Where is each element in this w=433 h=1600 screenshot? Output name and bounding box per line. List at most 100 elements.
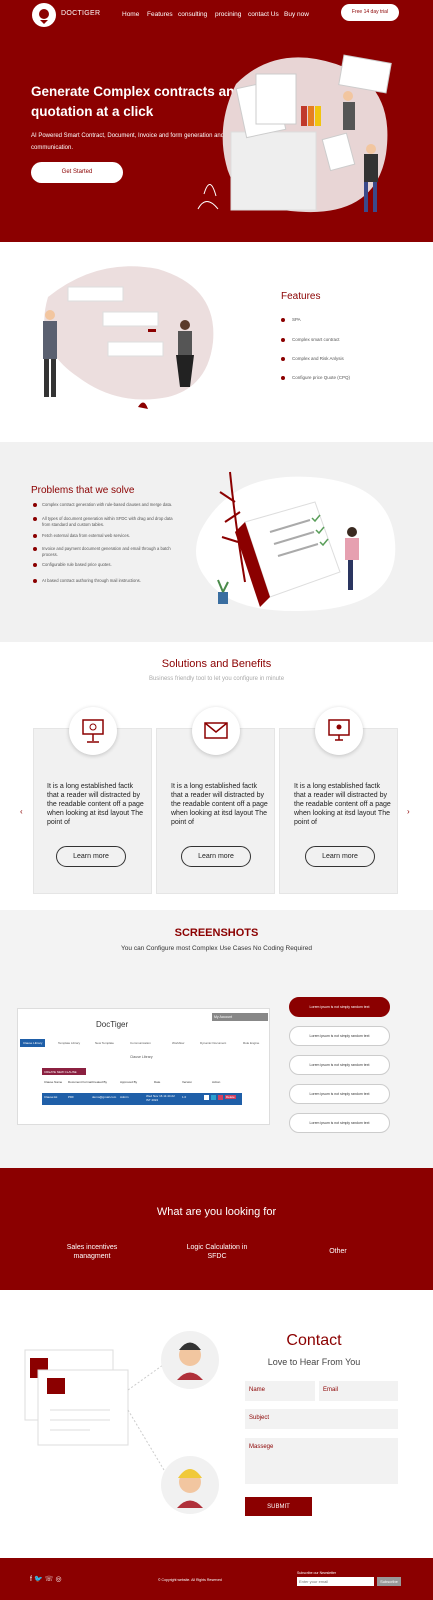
card-text: It is a long established factk that a re… (171, 783, 268, 826)
looking-for-section: What are you looking for Sales incentive… (0, 1168, 433, 1290)
tab-new-template[interactable]: New Template (95, 1041, 114, 1045)
screenshot-pill[interactable]: Lorem ipsum is not simply random text (289, 1026, 390, 1046)
twitter-icon[interactable]: 🐦 (34, 1576, 45, 1583)
screenshot-pill[interactable]: Lorem ipsum is not simply random text (289, 1084, 390, 1104)
section-heading: Clause Library (130, 1055, 153, 1059)
bullet-icon (281, 357, 285, 361)
col-clause-name: Clause Name (44, 1080, 63, 1084)
tab-clause-library[interactable]: Clause Library (20, 1039, 46, 1047)
col-action: Action (212, 1080, 221, 1084)
tab-communication[interactable]: Communication (130, 1041, 151, 1045)
features-section: Features SPA Complex smart contract Comp… (0, 242, 433, 442)
screenshots-section: SCREENSHOTS You can Configure most Compl… (0, 910, 433, 1168)
col-approved-by: Approved By (120, 1080, 138, 1084)
table-header: Clause Name Document Format Created By A… (42, 1080, 242, 1092)
problem-item: AI based contract authoring through mail… (42, 578, 141, 583)
looking-item[interactable]: Logic Calculation in SFDC (182, 1243, 252, 1261)
tab-dynamic-document[interactable]: Dynamic Document (200, 1041, 226, 1045)
features-illustration (43, 266, 214, 409)
screenshot-pill[interactable]: Lorem ipsum is not simply random text (289, 997, 390, 1017)
phone-icon[interactable]: ☏ (45, 1576, 56, 1583)
app-screenshot: DocTiger My Account Clause Library Templ… (17, 1008, 270, 1125)
copy-icon[interactable] (218, 1095, 223, 1100)
footer: f🐦☏◎ © Copyright website. All Rights Res… (0, 1558, 433, 1600)
table-row[interactable]: Clause1st PDF demo@gmail.com Admin Wed N… (42, 1093, 242, 1105)
problem-item: Complex contract generation with rule-ba… (42, 502, 173, 507)
features-title: Features (281, 291, 321, 302)
feature-item: Complex and Risk Anlysis (292, 356, 344, 361)
bullet-icon (33, 547, 37, 551)
copyright: © Copyright website. All Rights Reserved (158, 1578, 222, 1582)
solution-card: It is a long established factk that a re… (156, 707, 275, 894)
screenshot-pill[interactable]: Lorem ipsum is not simply random text (289, 1055, 390, 1075)
tab-rule-engine[interactable]: Rule Engine (243, 1041, 259, 1045)
card-text: It is a long established factk that a re… (294, 783, 391, 826)
problem-item: Configurable rule based price quotes. (42, 562, 112, 567)
feature-item: Configure price Quote (CPQ) (292, 375, 351, 380)
presentation-icon (69, 707, 117, 755)
screenshot-pill[interactable]: Lorem ipsum is not simply random text (289, 1113, 390, 1133)
problem-item: All types of document generation within … (42, 516, 173, 527)
bullet-icon (33, 503, 37, 507)
hero-section: DOCTIGER Home Features consulting procin… (0, 0, 433, 242)
nav-home[interactable]: Home (122, 11, 139, 18)
problem-item: Fetch external data from external web se… (42, 533, 130, 538)
solution-card: It is a long established factk that a re… (33, 707, 152, 894)
bullet-icon (281, 338, 285, 342)
newsletter-email-input[interactable] (297, 1577, 374, 1586)
brand-name: DOCTIGER (61, 10, 101, 17)
nav-contact[interactable]: contact Us (248, 11, 279, 18)
learn-more-button[interactable]: Learn more (56, 846, 126, 867)
learn-more-button[interactable]: Learn more (181, 846, 251, 867)
email-field[interactable]: Email (319, 1381, 398, 1401)
envelope-icon (192, 707, 240, 755)
solutions-subtitle: Business friendly tool to let you config… (148, 676, 285, 682)
view-icon[interactable] (211, 1095, 216, 1100)
solution-card: It is a long established factk that a re… (279, 707, 398, 894)
edit-icon[interactable] (204, 1095, 209, 1100)
logo[interactable] (32, 3, 56, 27)
monitor-icon (315, 707, 363, 755)
tiger-logo-icon (39, 9, 49, 24)
get-started-button[interactable]: Get Started (31, 162, 123, 183)
carousel-next-arrow[interactable]: › (407, 807, 410, 816)
looking-item[interactable]: Sales incentives managment (57, 1243, 127, 1261)
nav-features[interactable]: Features (147, 11, 173, 18)
create-clause-button[interactable]: CREATE NEW CLAUSE (42, 1068, 86, 1075)
nav-consulting[interactable]: consulting (178, 11, 207, 18)
col-version: Version (182, 1080, 193, 1084)
nav-pricing[interactable]: procining (215, 11, 241, 18)
problems-title: Problems that we solve (31, 485, 135, 496)
contact-title: Contact (286, 1332, 342, 1349)
app-tabs: Clause Library Template Library New Temp… (18, 1039, 271, 1047)
solutions-title: Solutions and Benefits (161, 658, 272, 670)
looking-item[interactable]: Other (308, 1247, 368, 1256)
problems-section: Problems that we solve Complex contract … (0, 442, 433, 642)
feature-item: SPA (292, 317, 301, 322)
contact-illustration (24, 1331, 219, 1514)
tab-workflow[interactable]: Workflow (172, 1041, 184, 1045)
learn-more-button[interactable]: Learn more (305, 846, 375, 867)
name-field[interactable]: Name (245, 1381, 315, 1401)
message-field[interactable]: Massege (245, 1438, 398, 1484)
col-created-by: Created By (92, 1080, 108, 1084)
instagram-icon[interactable]: ◎ (55, 1576, 63, 1583)
account-dropdown[interactable]: My Account (212, 1013, 268, 1021)
card-text: It is a long established factk that a re… (47, 783, 144, 826)
subscribe-button[interactable]: Subscribe (377, 1577, 401, 1586)
delete-button[interactable]: Delete (225, 1095, 236, 1099)
col-date: Date (154, 1080, 161, 1084)
screenshots-title: SCREENSHOTS (174, 927, 259, 939)
problem-item: Invoice and payment document generation … (42, 546, 171, 557)
free-trial-button[interactable]: Free 14 day trial (341, 4, 399, 21)
carousel-prev-arrow[interactable]: ‹ (20, 807, 23, 816)
bullet-icon (33, 563, 37, 567)
subject-field[interactable]: Subject (245, 1409, 398, 1429)
submit-button[interactable]: SUBMIT (245, 1497, 312, 1516)
tab-template-library[interactable]: Template Library (58, 1041, 80, 1045)
bullet-icon (281, 318, 285, 322)
nav-buy-now[interactable]: Buy now (284, 11, 309, 18)
looking-title: What are you looking for (156, 1206, 277, 1218)
newsletter-label: Subscribe our Newsletter (297, 1571, 337, 1575)
feature-item: Complex smart contract (292, 337, 340, 342)
